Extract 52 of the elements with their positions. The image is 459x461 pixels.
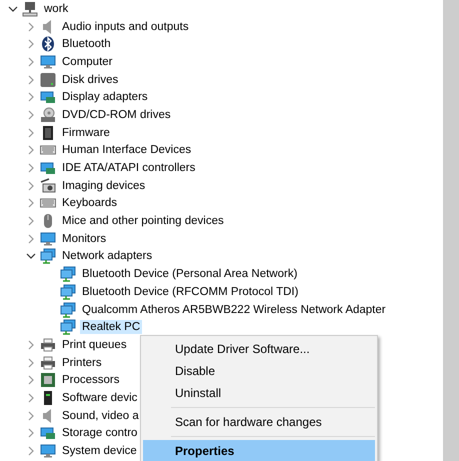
tree-item[interactable]: DVD/CD-ROM drives [60,108,173,122]
network-icon [60,302,76,318]
tree-item[interactable]: IDE ATA/ATAPI controllers [60,161,198,176]
chip-icon [40,124,56,141]
tree-item[interactable]: Disk drives [60,72,120,87]
tree-item[interactable]: System device [60,444,139,458]
monitor-icon [40,443,56,460]
camera-icon [40,178,56,194]
network-icon [60,284,76,300]
tree-item[interactable]: Bluetooth Device (RFCOMM Protocol TDI) [80,284,300,299]
tree-item[interactable]: Human Interface Devices [60,143,194,158]
tree-item[interactable]: Computer [60,54,114,69]
drive-icon [40,72,56,88]
card-icon [40,425,56,442]
tree-item[interactable]: Audio inputs and outputs [60,20,191,34]
menu-item[interactable]: Disable [143,360,375,382]
tree-item[interactable]: Printers [60,356,104,370]
tree-item[interactable]: Keyboards [60,196,119,210]
network-icon [60,319,76,336]
tree-item[interactable]: Imaging devices [60,178,148,193]
card-icon [40,89,56,106]
disc-icon [40,106,56,123]
printer-icon [40,336,56,353]
processor-icon [40,372,56,388]
scrollbar[interactable] [443,0,459,461]
tree-item[interactable]: Mice and other pointing devices [60,214,226,228]
monitor-icon [40,54,56,70]
network-icon [60,266,76,282]
tree-item[interactable]: Software devic [60,390,140,405]
tree-item[interactable]: Sound, video a [60,408,141,423]
tree-item[interactable]: Processors [60,373,122,388]
tree-item[interactable]: Realtek PC [80,320,142,334]
tree-item[interactable]: Bluetooth [60,37,113,52]
tree-item[interactable]: Bluetooth Device (Personal Area Network) [80,267,300,282]
menu-item[interactable]: Properties [143,440,375,461]
printer-icon [40,354,56,371]
menu-item[interactable]: Uninstall [143,382,375,404]
tree-item[interactable]: Network adapters [60,249,154,264]
tree-item[interactable]: Firmware [60,126,112,140]
menu-item[interactable]: Update Driver Software... [143,338,375,360]
tree-item[interactable]: Display adapters [60,90,150,104]
tree-item[interactable]: Qualcomm Atheros AR5BWB222 Wireless Network Adapter [80,302,388,317]
monitor-icon [40,230,56,247]
network-icon [40,248,56,264]
tree-item[interactable]: Monitors [60,232,108,246]
menu-item[interactable]: Scan for hardware changes [143,411,375,433]
card-icon [40,160,56,176]
bluetooth-icon [40,36,56,52]
computer-icon [22,0,38,17]
tree-item[interactable]: work [42,2,70,16]
tree-item[interactable]: Storage contro [60,426,140,440]
tree-item[interactable]: Print queues [60,338,129,352]
